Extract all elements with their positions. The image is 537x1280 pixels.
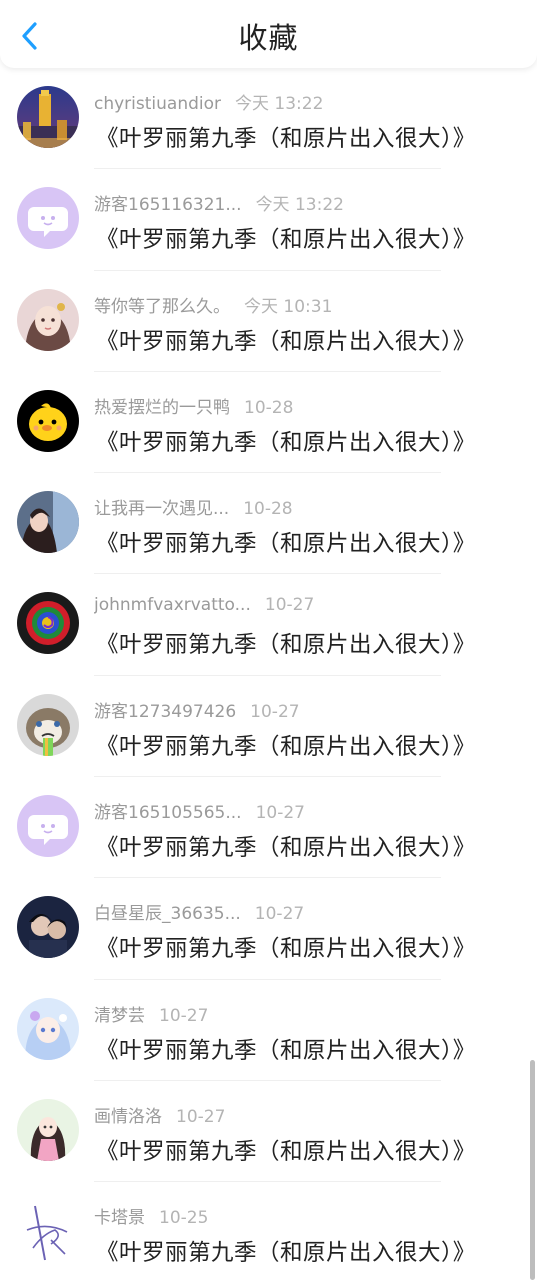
item-meta: 让我再一次遇见... 10-28 [94,494,293,520]
timestamp: 10-27 [255,803,305,824]
timestamp: 今天 10:31 [244,296,333,317]
username: 游客1273497426 [94,701,237,722]
username: 卡塔景 [94,1208,145,1229]
username: 让我再一次遇见... [94,499,230,520]
timestamp: 10-27 [159,1005,209,1026]
avatar[interactable] [17,389,79,452]
item-meta: 游客165116321... 今天 13:22 [94,190,344,216]
list-item[interactable]: 清梦芸 10-27 《叶罗丽第九季（和原片出入很大）》 [0,980,537,1081]
username: 热爱摆烂的一只鸭 [94,397,230,418]
favorite-title[interactable]: 《叶罗丽第九季（和原片出入很大）》 [96,1033,476,1065]
list-item[interactable]: 热爱摆烂的一只鸭 10-28 《叶罗丽第九季（和原片出入很大）》 [0,372,537,474]
avatar[interactable] [17,1098,79,1161]
favorite-title[interactable]: 《叶罗丽第九季（和原片出入很大）》 [96,425,476,457]
item-meta: 画情洛洛 10-27 [94,1102,225,1128]
list-item[interactable]: 卡塔景 10-25 《叶罗丽第九季（和原片出入很大）》 [0,1182,537,1280]
timestamp: 10-25 [159,1208,209,1229]
favorite-title[interactable]: 《叶罗丽第九季（和原片出入很大）》 [96,627,476,659]
top-bar: 收藏 [0,0,537,68]
favorite-title[interactable]: 《叶罗丽第九季（和原片出入很大）》 [96,121,476,153]
avatar[interactable] [17,1200,79,1263]
avatar[interactable] [17,693,79,756]
avatar[interactable] [17,491,79,554]
timestamp: 10-27 [254,904,305,925]
username: 等你等了那么久。 [94,296,230,317]
item-meta: johnmfvaxrvatto... 10-27 [94,595,314,621]
username: 白昼星辰_36635... [94,904,241,925]
favorite-title[interactable]: 《叶罗丽第九季（和原片出入很大）》 [96,222,476,254]
list-item[interactable]: chyristiuandior 今天 13:22 《叶罗丽第九季（和原片出入很大）》 [0,68,537,170]
username: 游客165116321... [94,195,242,216]
avatar[interactable] [17,288,79,351]
avatar[interactable] [17,896,79,959]
favorite-title[interactable]: 《叶罗丽第九季（和原片出入很大）》 [96,324,476,356]
item-meta: 等你等了那么久。 今天 10:31 [94,292,332,318]
username: chyristiuandior [94,94,222,114]
list-item[interactable]: 等你等了那么久。 今天 10:31 《叶罗丽第九季（和原片出入很大）》 [0,271,537,372]
item-meta: 清梦芸 10-27 [94,1001,208,1027]
avatar[interactable] [17,795,79,858]
timestamp: 10-27 [176,1106,226,1127]
list-item[interactable]: 游客165105565... 10-27 《叶罗丽第九季（和原片出入很大）》 [0,777,537,879]
timestamp: 今天 13:22 [255,195,344,216]
username: 清梦芸 [94,1005,145,1026]
avatar[interactable] [17,592,79,655]
favorite-title[interactable]: 《叶罗丽第九季（和原片出入很大）》 [96,931,476,963]
timestamp: 10-27 [264,595,315,616]
list-item[interactable]: 画情洛洛 10-27 《叶罗丽第九季（和原片出入很大）》 [0,1081,537,1183]
item-meta: 游客165105565... 10-27 [94,798,305,824]
username: 画情洛洛 [94,1106,162,1127]
item-meta: 白昼星辰_36635... 10-27 [94,899,304,925]
favorite-title[interactable]: 《叶罗丽第九季（和原片出入很大）》 [96,830,476,862]
avatar[interactable] [17,187,79,250]
list-item[interactable]: 让我再一次遇见... 10-28 《叶罗丽第九季（和原片出入很大）》 [0,473,537,575]
avatar[interactable] [17,86,79,148]
timestamp: 10-27 [250,701,300,722]
list-item[interactable]: 游客165116321... 今天 13:22 《叶罗丽第九季（和原片出入很大）》 [0,169,537,271]
favorite-title[interactable]: 《叶罗丽第九季（和原片出入很大）》 [96,1235,476,1267]
item-meta: 卡塔景 10-25 [94,1203,208,1229]
item-meta: chyristiuandior 今天 13:22 [94,89,323,115]
timestamp: 10-28 [243,499,293,520]
list-item[interactable]: 白昼星辰_36635... 10-27 《叶罗丽第九季（和原片出入很大）》 [0,878,537,980]
favorite-title[interactable]: 《叶罗丽第九季（和原片出入很大）》 [96,1134,476,1166]
timestamp: 10-28 [244,397,294,418]
avatar[interactable] [17,997,79,1060]
username: 游客165105565... [94,803,242,824]
page-title: 收藏 [238,21,299,55]
favorites-list: chyristiuandior 今天 13:22 《叶罗丽第九季（和原片出入很大）》… [0,68,537,1280]
favorite-title[interactable]: 《叶罗丽第九季（和原片出入很大）》 [96,526,476,558]
scrollbar[interactable] [530,1060,535,1280]
username: johnmfvaxrvatto... [94,595,251,616]
list-item[interactable]: 游客1273497426 10-27 《叶罗丽第九季（和原片出入很大）》 [0,676,537,778]
list-item[interactable]: johnmfvaxrvatto... 10-27 《叶罗丽第九季（和原片出入很大）》 [0,574,537,676]
timestamp: 今天 13:22 [235,94,324,114]
item-meta: 热爱摆烂的一只鸭 10-28 [94,393,293,419]
favorite-title[interactable]: 《叶罗丽第九季（和原片出入很大）》 [96,729,476,761]
item-meta: 游客1273497426 10-27 [94,697,300,723]
